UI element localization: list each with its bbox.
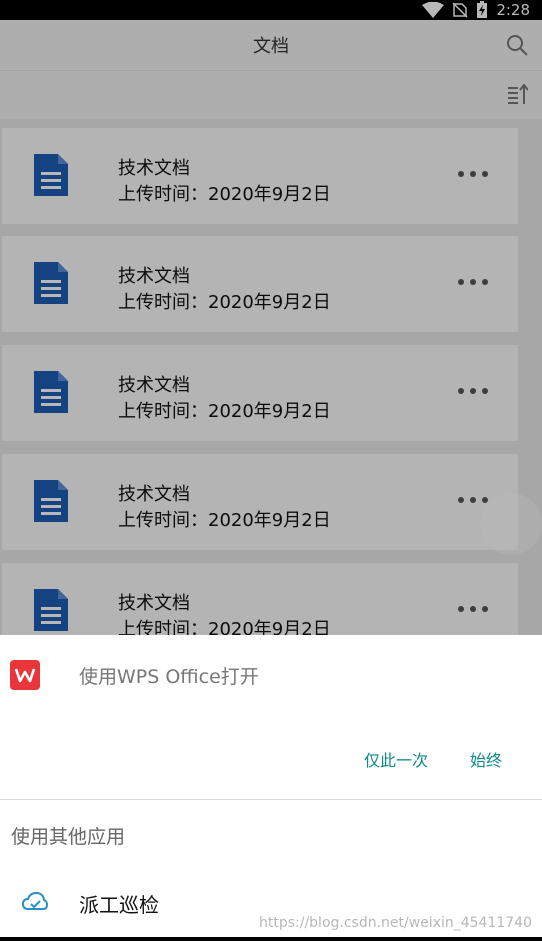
just-once-button[interactable]: 仅此一次 [358, 743, 434, 775]
cloud-icon [22, 891, 48, 910]
dim-overlay[interactable] [0, 0, 542, 635]
open-with-wps-label: 使用WPS Office打开 [79, 666, 259, 688]
open-with-sheet: 使用WPS Office打开 仅此一次 始终 使用其他应用 派工巡检 https… [0, 635, 542, 941]
wps-office-icon [10, 660, 40, 690]
app-option-label: 派工巡检 [79, 893, 159, 917]
always-button[interactable]: 始终 [464, 743, 508, 775]
divider [0, 799, 542, 800]
watermark: https://blog.csdn.net/weixin_45411740 [258, 915, 532, 931]
other-apps-heading: 使用其他应用 [11, 826, 126, 848]
nav-bar-edge [0, 937, 542, 941]
